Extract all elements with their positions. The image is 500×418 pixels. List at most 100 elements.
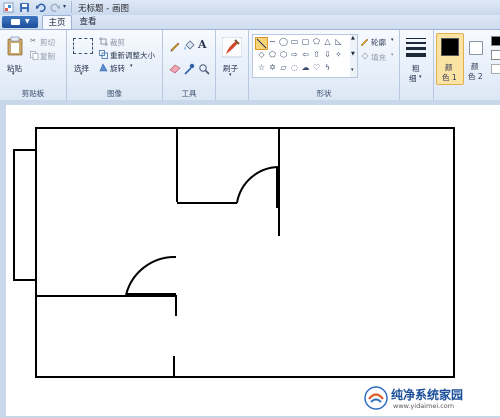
outer-wall [35,127,455,378]
fill-icon [361,52,369,60]
colors-group: 颜 色 1 颜 色 2 [434,30,500,100]
crop-button[interactable]: 裁剪 [99,36,159,47]
down-arrow-shape-icon[interactable]: ⇩ [323,51,332,59]
rectangle-shape-icon[interactable]: ▭ [290,38,299,46]
tools-group: A 工具 [163,30,216,100]
palette-white-swatch[interactable] [491,50,500,60]
palette-empty-swatch[interactable] [491,64,500,74]
customize-quick-access-icon[interactable]: ▾ [63,3,74,14]
size-button[interactable]: 粗 细 ▾ [402,34,430,84]
scissors-icon: ✂ [30,36,37,45]
rounded-callout-shape-icon[interactable]: ▱ [279,64,288,72]
brushes-button[interactable]: 刷子 ▾ [219,34,245,82]
color1-swatch [441,38,459,56]
color-picker-icon[interactable] [183,63,195,75]
left-arrow-shape-icon[interactable]: ⇦ [301,51,310,59]
cloud-callout-shape-icon[interactable]: ☁ [301,64,310,72]
paint-app-icon[interactable] [3,2,14,13]
shapes-group-label: 形状 [316,89,332,98]
image-group: 选择 ▾ 裁剪 重新调整大小 旋转 ▾ 图像 [67,30,163,100]
copy-label: 复制 [40,52,55,61]
chevron-down-icon: ▾ [130,63,133,69]
color2-button[interactable]: 颜 色 2 [465,33,487,83]
diamond-shape-icon[interactable]: ◇ [257,51,266,59]
resize-button[interactable]: 重新调整大小 [99,49,161,60]
resize-icon [99,50,108,59]
line-shape-selected[interactable] [255,37,268,50]
color1-button[interactable]: 颜 色 1 [436,33,464,85]
rounded-rectangle-shape-icon[interactable]: ▢ [301,38,310,46]
window-title: 无标题 - 画图 [78,4,129,14]
watermark-url: www.yidaimei.com [393,402,455,410]
line-icon [256,38,267,49]
outline-button[interactable]: 轮廓 ▾ [360,36,398,47]
chevron-down-icon: ▾ [391,37,394,43]
chevron-down-icon: ▼ [25,18,30,25]
copy-button[interactable]: 复制 [30,50,64,61]
chevron-down-icon: ▾ [80,71,83,77]
select-button[interactable]: 选择 ▾ [71,34,95,77]
triangle-shape-icon[interactable]: △ [323,38,332,46]
paste-button[interactable]: 粘贴 ▾ [4,34,26,77]
oval-callout-shape-icon[interactable]: ◌ [290,64,299,72]
pentagon-shape-icon[interactable]: ⬠ [268,51,277,59]
chevron-down-icon: ▾ [229,72,232,78]
floor-plan-drawing [13,127,455,378]
fill-button[interactable]: 填充 ▾ [360,51,398,62]
save-icon[interactable] [19,2,30,13]
undo-icon[interactable] [35,2,46,13]
outline-icon [360,38,369,46]
drawing-canvas[interactable] [6,105,500,416]
right-arrow-shape-icon[interactable]: ⇨ [290,51,299,59]
brushes-group: 刷子 ▾ [216,30,249,100]
pencil-icon[interactable] [169,40,181,52]
oval-shape-icon[interactable]: ◯ [279,38,288,46]
rotate-button[interactable]: 旋转 ▾ [99,62,139,73]
outline-label: 轮廓 [371,38,386,47]
curve-shape-icon[interactable]: ∼ [268,38,277,46]
thin-line-icon [406,38,426,39]
cut-button[interactable]: ✂ 剪切 [30,36,64,47]
color1-label-line2: 色 1 [442,73,457,82]
crop-label: 裁剪 [110,38,125,47]
chevron-down-icon: ▾ [12,71,15,77]
crop-icon [99,37,108,46]
right-triangle-shape-icon[interactable]: ◺ [334,38,343,46]
selection-icon [73,38,93,54]
text-tool-icon[interactable]: A [198,38,207,51]
scroll-up-icon[interactable]: ▲ [351,36,355,41]
palette-black-swatch[interactable] [491,36,500,46]
heart-shape-icon[interactable]: ♡ [312,64,321,72]
copy-icon [30,51,39,60]
image-group-label: 图像 [107,89,122,98]
color2-swatch [469,41,483,55]
shapes-scroll[interactable]: ▲ ▼ ▾ [350,34,358,78]
polygon-shape-icon[interactable]: ⬠ [312,38,321,46]
lightning-shape-icon[interactable]: ϟ [323,64,332,72]
menu-icon [11,19,20,25]
clipboard-icon [7,36,23,56]
up-arrow-shape-icon[interactable]: ⇧ [312,51,321,59]
tab-view[interactable]: 查看 [74,15,102,29]
hexagon-shape-icon[interactable]: ⬡ [279,51,288,59]
four-point-star-shape-icon[interactable]: ✧ [334,51,343,59]
tab-home-label: 主页 [48,18,66,28]
watermark-title: 纯净系统家园 [391,388,464,402]
shapes-group: ∼ ◯ ▭ ▢ ⬠ △ ◺ ◇ ⬠ ⬡ ⇨ ⇦ ⇧ ⇩ ✧ ☆ ✡ ▱ ◌ ☁ … [249,30,400,100]
redo-icon[interactable] [50,2,61,13]
menu-bar: ▼ 主页 查看 [0,15,500,30]
six-point-star-shape-icon[interactable]: ✡ [268,64,277,72]
tools-group-label: 工具 [181,89,197,98]
five-point-star-shape-icon[interactable]: ☆ [257,64,266,72]
expand-gallery-icon[interactable]: ▾ [351,68,354,73]
bay-window [13,149,37,281]
clipboard-group: 粘贴 ▾ ✂ 剪切 复制 剪贴板 [0,30,67,100]
fill-bucket-icon[interactable] [183,40,195,52]
scroll-down-icon[interactable]: ▼ [351,52,355,57]
paint-menu-button[interactable]: ▼ [2,16,38,28]
medium-line-icon [406,42,426,44]
magnifier-icon[interactable] [198,63,210,75]
door-swing-arc [236,166,279,204]
tab-home[interactable]: 主页 [42,15,72,30]
eraser-icon[interactable] [169,64,181,74]
